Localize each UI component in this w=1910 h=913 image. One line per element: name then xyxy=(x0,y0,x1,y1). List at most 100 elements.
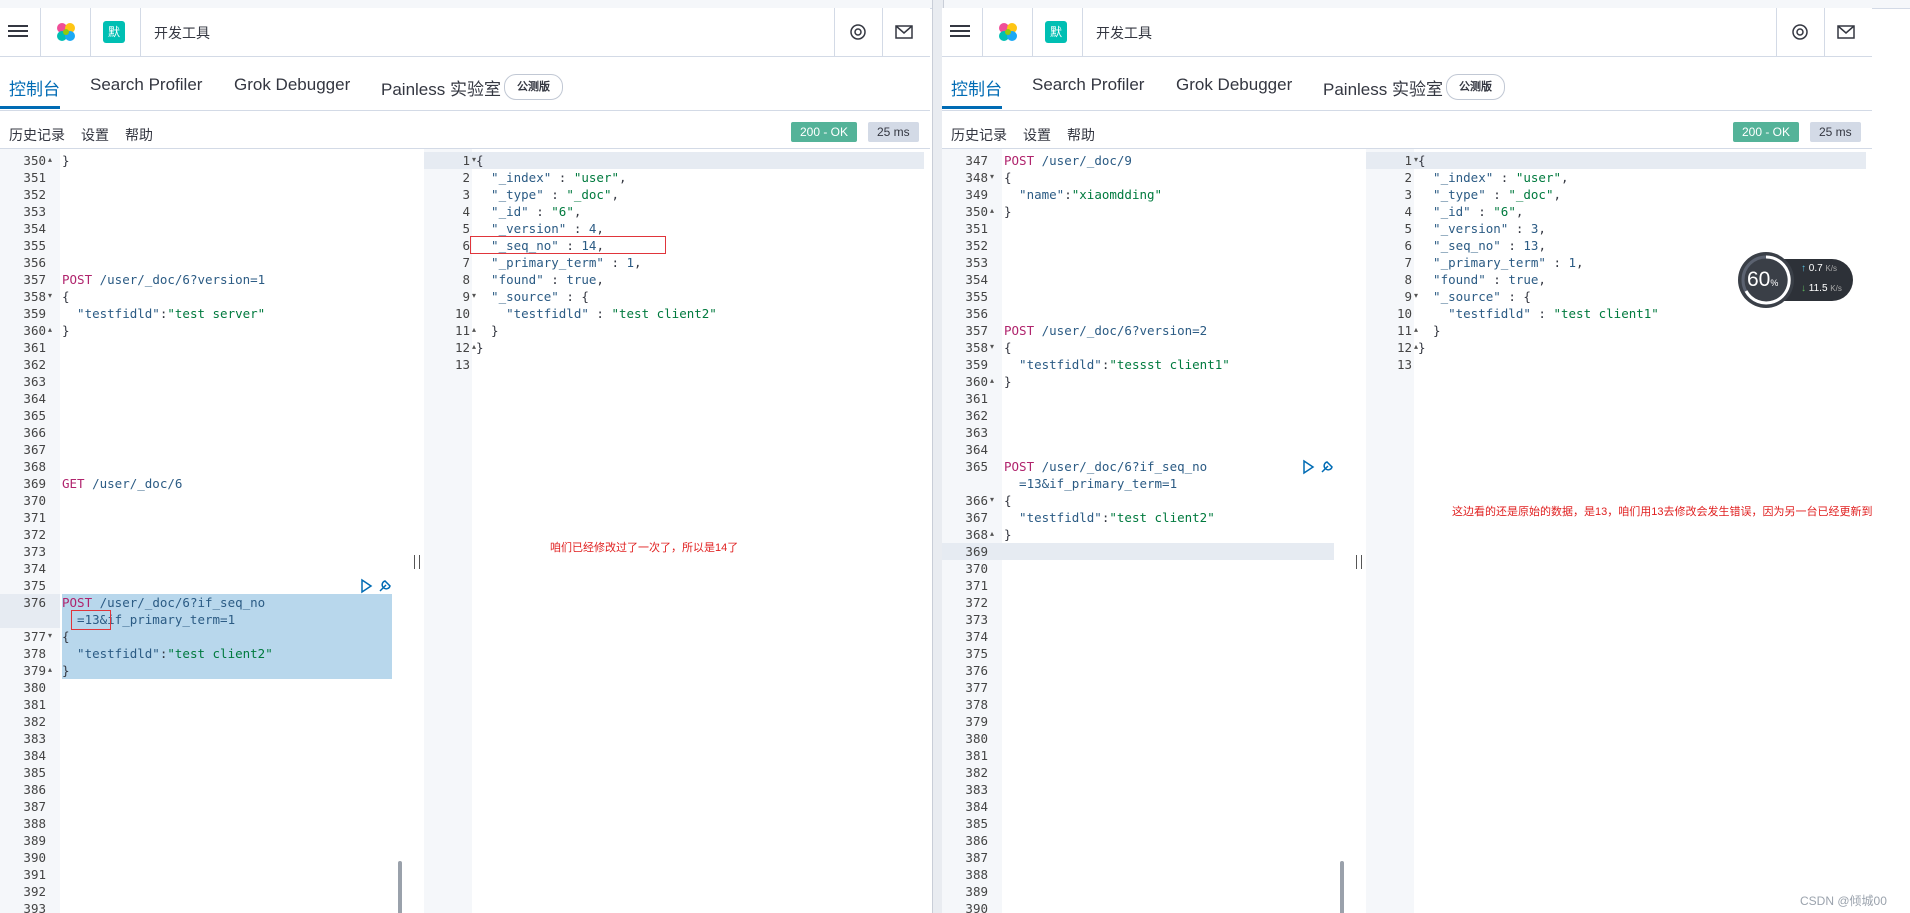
space-avatar[interactable]: 默 xyxy=(1045,21,1067,43)
code-token: /user/_doc/6?version=2 xyxy=(1034,323,1208,338)
elastic-logo-icon[interactable] xyxy=(996,20,1020,44)
code-token: POST xyxy=(1004,459,1035,474)
code-line: "found" : true, xyxy=(1418,271,1546,288)
code-token: "test client1" xyxy=(1553,306,1659,321)
tab-painless-lab[interactable]: Painless 实验室 xyxy=(1323,75,1443,100)
line-number: 371 xyxy=(965,578,988,593)
code-token: , xyxy=(634,255,642,270)
code-token: POST xyxy=(1004,323,1035,338)
status-badge: 200 - OK xyxy=(791,122,858,142)
line-number: 382 xyxy=(965,765,988,780)
settings-link[interactable]: 设置 xyxy=(81,125,109,145)
code-token: "_version" xyxy=(476,221,567,236)
help-link[interactable]: 帮助 xyxy=(125,125,153,145)
code-line: "testfidld":"test client2" xyxy=(1004,509,1215,526)
fold-toggle-icon[interactable]: ▴ xyxy=(48,155,52,164)
code-token: "testfidld" xyxy=(62,646,160,661)
line-number: 358 xyxy=(23,289,46,304)
code-token: "tessst client1" xyxy=(1109,357,1230,372)
code-token: : xyxy=(543,187,567,202)
code-token: { xyxy=(62,289,70,304)
code-line: "testfidld" : "test client2" xyxy=(476,305,717,322)
help-lifebuoy-icon[interactable] xyxy=(848,22,868,42)
history-link[interactable]: 历史记录 xyxy=(951,125,1007,145)
fold-toggle-icon[interactable]: ▴ xyxy=(990,376,994,385)
code-token: =13&if_primary_term=1 xyxy=(1004,476,1178,491)
fold-toggle-icon[interactable]: ▴ xyxy=(990,206,994,215)
fold-toggle-icon[interactable]: ▴ xyxy=(990,529,994,538)
editor-scrollbar[interactable] xyxy=(1340,861,1344,913)
fold-toggle-icon[interactable]: ▾ xyxy=(990,495,994,504)
space-avatar[interactable]: 默 xyxy=(103,21,125,43)
tab-search-profiler[interactable]: Search Profiler xyxy=(1032,75,1144,95)
code-token: } xyxy=(476,340,484,355)
code-token: POST xyxy=(1004,153,1035,168)
code-line: POST /user/_doc/6?if_seq_no xyxy=(1004,458,1207,475)
tab-painless-lab[interactable]: Painless 实验室 xyxy=(381,75,501,100)
tab-grok-debugger[interactable]: Grok Debugger xyxy=(234,75,350,95)
line-number: 10 xyxy=(454,306,470,321)
code-line: GET /user/_doc/6 xyxy=(62,475,182,492)
line-number: 12 xyxy=(1396,340,1412,355)
request-editor[interactable]: 347 POST /user/_doc/9 348 ▾{349 "name":"xia… xyxy=(942,149,1337,913)
code-token: : xyxy=(1064,187,1072,202)
settings-link[interactable]: 设置 xyxy=(1023,125,1051,145)
code-token: "6" xyxy=(551,204,574,219)
code-token: } xyxy=(62,323,70,338)
menu-icon[interactable] xyxy=(950,22,970,40)
line-number: 388 xyxy=(23,816,46,831)
history-link[interactable]: 历史记录 xyxy=(9,125,65,145)
line-number: 390 xyxy=(23,850,46,865)
editor-scrollbar[interactable] xyxy=(398,861,402,913)
devtools-tabs: 控制台 Search Profiler Grok Debugger Painle… xyxy=(0,60,930,111)
line-number: 361 xyxy=(23,340,46,355)
line-number: 8 xyxy=(1404,272,1412,287)
tab-grok-debugger[interactable]: Grok Debugger xyxy=(1176,75,1292,95)
line-number: 4 xyxy=(462,204,470,219)
code-line: "_seq_no" : 13, xyxy=(1418,237,1546,254)
code-line: "testfidld" : "test client1" xyxy=(1418,305,1659,322)
play-and-wrench-icons[interactable] xyxy=(358,577,398,595)
code-token: "found" xyxy=(1418,272,1486,287)
menu-icon[interactable] xyxy=(8,22,28,40)
fold-toggle-icon[interactable]: ▾ xyxy=(990,342,994,351)
code-token: : xyxy=(1530,306,1554,321)
mail-icon[interactable] xyxy=(894,22,914,42)
request-editor[interactable]: 350 ▴} 351 352 353 354 355 356 357 POST /user/_do… xyxy=(0,149,410,913)
line-number: 380 xyxy=(23,680,46,695)
fold-toggle-icon[interactable]: ▴ xyxy=(48,325,52,334)
pane-resize-handle[interactable] xyxy=(414,555,420,569)
line-number: 372 xyxy=(965,595,988,610)
request-actions xyxy=(358,577,398,595)
code-line: } xyxy=(1004,203,1012,220)
line-number: 12 xyxy=(454,340,470,355)
tab-console[interactable]: 控制台 xyxy=(951,75,1002,100)
fold-toggle-icon[interactable]: ▴ xyxy=(48,665,52,674)
help-lifebuoy-icon[interactable] xyxy=(1790,22,1810,42)
fold-toggle-icon[interactable]: ▾ xyxy=(48,291,52,300)
header-divider xyxy=(982,8,983,56)
line-number: 377 xyxy=(23,629,46,644)
line-number: 374 xyxy=(965,629,988,644)
code-token: : xyxy=(1485,187,1509,202)
elastic-logo-icon[interactable] xyxy=(54,20,78,44)
play-and-wrench-icons[interactable] xyxy=(1300,458,1337,476)
tab-console[interactable]: 控制台 xyxy=(9,75,60,100)
code-token: true xyxy=(1508,272,1539,287)
cpu-percent-value: 60 xyxy=(1747,268,1771,291)
line-number: 357 xyxy=(23,272,46,287)
code-line: } xyxy=(1418,322,1441,339)
tab-search-profiler[interactable]: Search Profiler xyxy=(90,75,202,95)
pane-resize-handle[interactable] xyxy=(1356,555,1362,569)
fold-toggle-icon[interactable]: ▾ xyxy=(48,631,52,640)
line-number: 371 xyxy=(23,510,46,525)
mail-icon[interactable] xyxy=(1836,22,1856,42)
code-token: , xyxy=(1576,255,1584,270)
line-number: 359 xyxy=(965,357,988,372)
breadcrumb[interactable]: 开发工具 xyxy=(154,23,210,43)
line-number: 351 xyxy=(965,221,988,236)
fold-toggle-icon[interactable]: ▾ xyxy=(990,172,994,181)
help-link[interactable]: 帮助 xyxy=(1067,125,1095,145)
breadcrumb[interactable]: 开发工具 xyxy=(1096,23,1152,43)
code-token: "testfidld" xyxy=(1004,510,1102,525)
